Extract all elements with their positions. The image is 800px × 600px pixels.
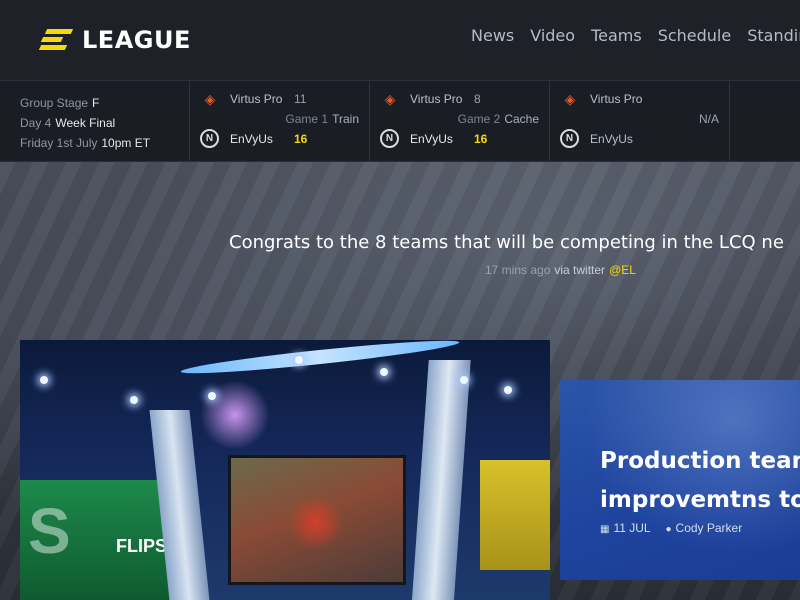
stage-light (460, 376, 468, 384)
main-nav: News Video Teams Schedule Standings (471, 26, 800, 45)
team2-score: 16 (474, 132, 488, 146)
article-date: 11 JUL (613, 521, 651, 535)
team1-name: Virtus Pro (230, 92, 283, 106)
score-ticker: Group Stage F Day 4 Week Final Friday 1st … (0, 80, 800, 162)
article-author[interactable]: Cody Parker (676, 521, 743, 535)
brand-name: LEAGUE (82, 26, 191, 54)
stage-info: Group Stage F Day 4 Week Final Friday 1st … (20, 93, 150, 153)
day-value: Week Final (55, 116, 116, 130)
wall-letter: S (28, 495, 71, 567)
top-navbar: LEAGUE News Video Teams Schedule Standin… (0, 0, 800, 80)
team1-name: Virtus Pro (410, 92, 463, 106)
stage-screen (228, 455, 406, 585)
game-info: Game 1 Train (285, 112, 359, 126)
tweet-time: 17 mins ago (485, 263, 551, 277)
stage-light (504, 386, 512, 394)
envyus-logo-icon: N (560, 129, 579, 148)
green-wall: S FLIPS (20, 480, 170, 600)
group-value: F (92, 96, 100, 110)
date-label: Friday 1st July (20, 136, 98, 150)
stage-pillar-right (411, 360, 471, 600)
match-card-1[interactable]: ◈ Virtus Pro 11 Game 1 Train N EnVyUs 16 (189, 81, 369, 161)
team1-name: Virtus Pro (590, 92, 643, 106)
team2-name: EnVyUs (230, 132, 273, 146)
tweet-source: via twitter (554, 263, 606, 277)
day-label: Day 4 (20, 116, 52, 130)
nav-news[interactable]: News (471, 26, 514, 45)
team2-name: EnVyUs (590, 132, 633, 146)
team2-name: EnVyUs (410, 132, 453, 146)
team1-score: 8 (474, 92, 481, 106)
game-map: Cache (504, 112, 539, 126)
nav-schedule[interactable]: Schedule (658, 26, 732, 45)
game-info: Game 2 Cache (458, 112, 539, 126)
tweet-text[interactable]: Congrats to the 8 teams that will be com… (229, 232, 784, 253)
article-card[interactable]: Production team improvemtns to e ▦11 JUL… (560, 380, 800, 580)
stage-light (40, 376, 48, 384)
game-number: Game 2 (457, 112, 501, 126)
envyus-logo-icon: N (200, 129, 219, 148)
stage-glow (200, 380, 270, 450)
article-title[interactable]: Production team improvemtns to e (600, 442, 800, 520)
article-meta: ▦ 11 JUL ● Cody Parker (600, 521, 742, 535)
match-card-3[interactable]: ◈ Virtus Pro N/A N EnVyUs (549, 81, 729, 161)
calendar-icon: ▦ (600, 524, 610, 535)
user-icon: ● (665, 524, 672, 535)
team1-score: 11 (294, 92, 307, 106)
match-card-2[interactable]: ◈ Virtus Pro 8 Game 2 Cache N EnVyUs 16 (369, 81, 549, 161)
match-card-4[interactable] (729, 81, 800, 161)
team2-score: 16 (294, 132, 308, 146)
wall-text: FLIPS (116, 536, 168, 556)
stage-light (130, 396, 138, 404)
game-map: Train (332, 112, 359, 126)
brand-logo[interactable]: LEAGUE (38, 26, 191, 54)
tweet-handle[interactable]: @EL (609, 263, 636, 277)
match-status: N/A (698, 112, 719, 126)
virtus-pro-logo-icon: ◈ (384, 90, 396, 107)
group-label: Group Stage (20, 96, 89, 110)
stage-light (380, 368, 388, 376)
date-value: 10pm ET (101, 136, 151, 150)
stage-light (295, 356, 303, 364)
featured-image[interactable]: S FLIPS (20, 340, 550, 600)
nav-standings[interactable]: Standings (747, 26, 800, 45)
yellow-panel (480, 460, 550, 570)
tweet-meta: 17 mins ago via twitter @EL (485, 263, 636, 277)
nav-teams[interactable]: Teams (591, 26, 642, 45)
stage-light (208, 392, 216, 400)
league-logo-icon (38, 29, 74, 51)
game-number: Game 1 (285, 112, 329, 126)
nav-video[interactable]: Video (530, 26, 575, 45)
stage-arch-top (180, 340, 460, 379)
envyus-logo-icon: N (380, 129, 399, 148)
virtus-pro-logo-icon: ◈ (204, 90, 216, 107)
virtus-pro-logo-icon: ◈ (564, 90, 576, 107)
